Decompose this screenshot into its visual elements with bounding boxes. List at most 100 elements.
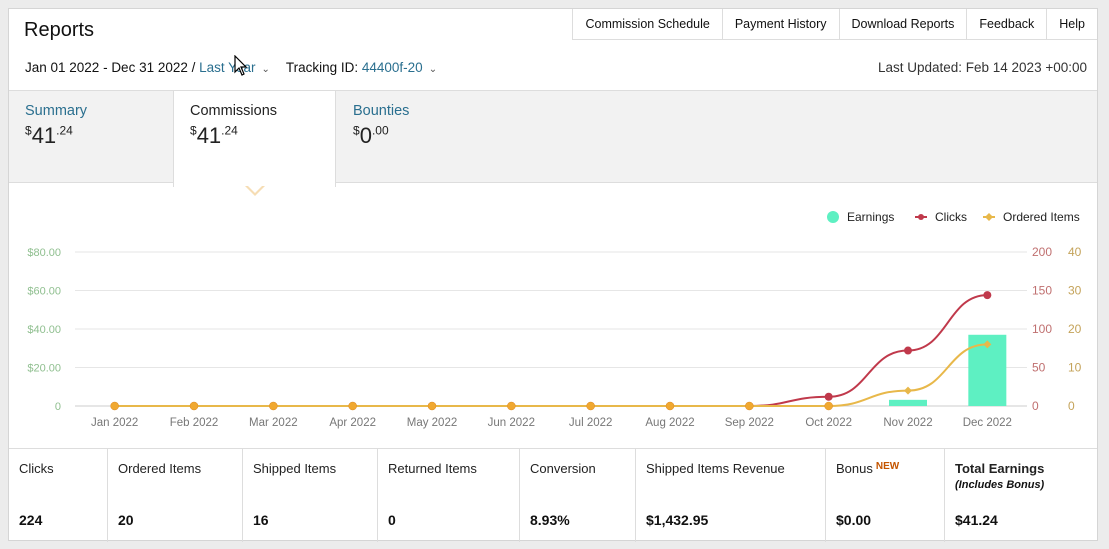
stat-value: 0 xyxy=(388,512,396,528)
tracking-id-dropdown[interactable]: Tracking ID: 44400f-20 ⌄ xyxy=(286,60,437,75)
stat-label: Clicks xyxy=(19,461,54,476)
ordered-items-point xyxy=(745,401,754,411)
stat-bonus: Bonus NEW $0.00 xyxy=(826,449,945,542)
stat-sublabel: (Includes Bonus) xyxy=(955,479,1045,491)
x-axis-tick: Jun 2022 xyxy=(488,417,535,429)
tab-commissions[interactable]: Commissions $41.24 xyxy=(173,91,336,187)
tab-summary[interactable]: Summary $41.24 xyxy=(9,91,174,182)
ordered-items-line xyxy=(114,343,988,407)
ordered-items-point xyxy=(189,401,199,411)
left-axis-tick: $40.00 xyxy=(27,324,61,336)
stat-label: Total Earnings xyxy=(955,461,1045,476)
right-axis-tick: 150 xyxy=(1032,284,1052,298)
ordered-items-point xyxy=(824,401,833,411)
earnings-bar xyxy=(889,399,927,406)
x-axis-tick: Sep 2022 xyxy=(725,417,774,429)
tab-bounties[interactable]: Bounties $0.00 xyxy=(337,91,497,182)
stat-clicks: Clicks 224 xyxy=(9,449,108,542)
right-axis-2-tick: 30 xyxy=(1068,284,1082,298)
x-axis-tick: Aug 2022 xyxy=(645,417,694,429)
stat-label: Conversion xyxy=(530,461,596,476)
ordered-items-point xyxy=(665,401,675,411)
legend-clicks-marker xyxy=(918,214,924,220)
stat-value: 224 xyxy=(19,512,43,528)
nav-payment-history[interactable]: Payment History xyxy=(723,9,840,39)
stat-value: 20 xyxy=(118,512,134,528)
tab-amount: $0.00 xyxy=(353,123,389,148)
x-axis-tick: Mar 2022 xyxy=(249,417,298,429)
stat-label: Shipped Items Revenue xyxy=(646,461,785,476)
stats-row: Clicks 224 Ordered Items 20 Shipped Item… xyxy=(9,448,1097,542)
right-axis-tick: 50 xyxy=(1032,361,1046,375)
right-axis-2-tick: 40 xyxy=(1068,245,1082,259)
tracking-id-value[interactable]: 44400f-20 xyxy=(362,60,423,75)
stat-shipped-revenue: Shipped Items Revenue $1,432.95 xyxy=(636,449,826,542)
right-axis-2-tick: 0 xyxy=(1068,399,1075,413)
ordered-items-point xyxy=(269,401,278,411)
x-axis-tick: May 2022 xyxy=(407,417,458,429)
page-title: Reports xyxy=(24,19,95,41)
x-axis-tick: Feb 2022 xyxy=(170,417,219,429)
clicks-point xyxy=(824,392,833,401)
x-axis-tick: Jan 2022 xyxy=(91,417,138,429)
date-range: Jan 01 2022 - Dec 31 2022 / xyxy=(25,60,196,75)
right-axis-2-tick: 10 xyxy=(1068,361,1082,375)
stat-ordered-items: Ordered Items 20 xyxy=(108,449,243,542)
chevron-down-icon[interactable]: ⌄ xyxy=(429,64,437,75)
x-axis-tick: Apr 2022 xyxy=(329,417,376,429)
nav-help[interactable]: Help xyxy=(1047,9,1097,39)
stat-label: Shipped Items xyxy=(253,461,337,476)
x-axis-tick: Dec 2022 xyxy=(963,417,1012,429)
summary-tabs: Summary $41.24 Commissions $41.24 Bounti… xyxy=(9,90,1097,187)
clicks-point xyxy=(904,346,912,355)
legend-earnings-marker xyxy=(827,211,839,223)
chevron-down-icon[interactable]: ⌄ xyxy=(261,64,269,75)
x-axis-tick: Jul 2022 xyxy=(569,417,612,429)
stat-value: $41.24 xyxy=(955,512,998,528)
tab-amount: $41.24 xyxy=(190,123,238,148)
clicks-point xyxy=(983,291,992,300)
right-axis-2-tick: 20 xyxy=(1068,322,1082,336)
clicks-line xyxy=(114,294,988,407)
tab-label[interactable]: Bounties xyxy=(353,103,481,119)
tracking-label: Tracking ID: xyxy=(285,60,359,75)
stat-total-earnings: Total Earnings (Includes Bonus) $41.24 xyxy=(945,449,1097,542)
stat-value: 8.93% xyxy=(530,512,570,528)
last-updated: Last Updated: Feb 14 2023 +00:00 xyxy=(877,60,1087,75)
x-axis-tick: Oct 2022 xyxy=(805,417,852,429)
mouse-cursor-icon xyxy=(234,54,248,82)
stat-label: Returned Items xyxy=(388,461,477,476)
ordered-items-point xyxy=(904,386,912,395)
stat-conversion: Conversion 8.93% xyxy=(520,449,636,542)
left-axis-tick: $60.00 xyxy=(27,286,61,298)
stat-value: 16 xyxy=(253,512,269,528)
left-axis-tick: 0 xyxy=(55,401,61,413)
left-axis-tick: $80.00 xyxy=(27,247,61,259)
tab-label[interactable]: Summary xyxy=(25,103,158,119)
tab-label[interactable]: Commissions xyxy=(190,103,319,119)
tab-amount: $41.24 xyxy=(25,123,73,148)
ordered-items-point xyxy=(507,401,516,411)
ordered-items-point xyxy=(586,401,595,411)
earnings-chart: $80.00 200 40$60.00 150 30$40.00 100 20$20.00 5… xyxy=(27,210,1082,429)
left-axis-tick: $20.00 xyxy=(27,363,61,375)
right-axis-tick: 200 xyxy=(1032,245,1052,259)
stat-returned-items: Returned Items 0 xyxy=(378,449,520,542)
nav-feedback[interactable]: Feedback xyxy=(967,9,1048,39)
active-tab-caret-inner xyxy=(247,185,263,193)
legend-ordered-marker xyxy=(985,213,993,221)
x-axis-tick: Nov 2022 xyxy=(883,417,932,429)
stat-value: $1,432.95 xyxy=(646,512,709,528)
filter-row: Jan 01 2022 - Dec 31 2022 / Last Year ⌄ T… xyxy=(25,60,437,75)
stat-label: Ordered Items xyxy=(118,461,202,476)
stat-label: Bonus NEW xyxy=(836,461,900,476)
nav-download-reports[interactable]: Download Reports xyxy=(840,9,968,39)
nav-commission-schedule[interactable]: Commission Schedule xyxy=(573,9,723,39)
legend-label: Clicks xyxy=(935,210,967,224)
right-axis-tick: 100 xyxy=(1032,322,1052,336)
ordered-items-point xyxy=(348,401,357,411)
legend-label: Earnings xyxy=(847,210,894,224)
top-nav: Commission Schedule Payment History Down… xyxy=(572,9,1097,40)
stat-shipped-items: Shipped Items 16 xyxy=(243,449,378,542)
legend-label: Ordered Items xyxy=(1003,210,1080,224)
